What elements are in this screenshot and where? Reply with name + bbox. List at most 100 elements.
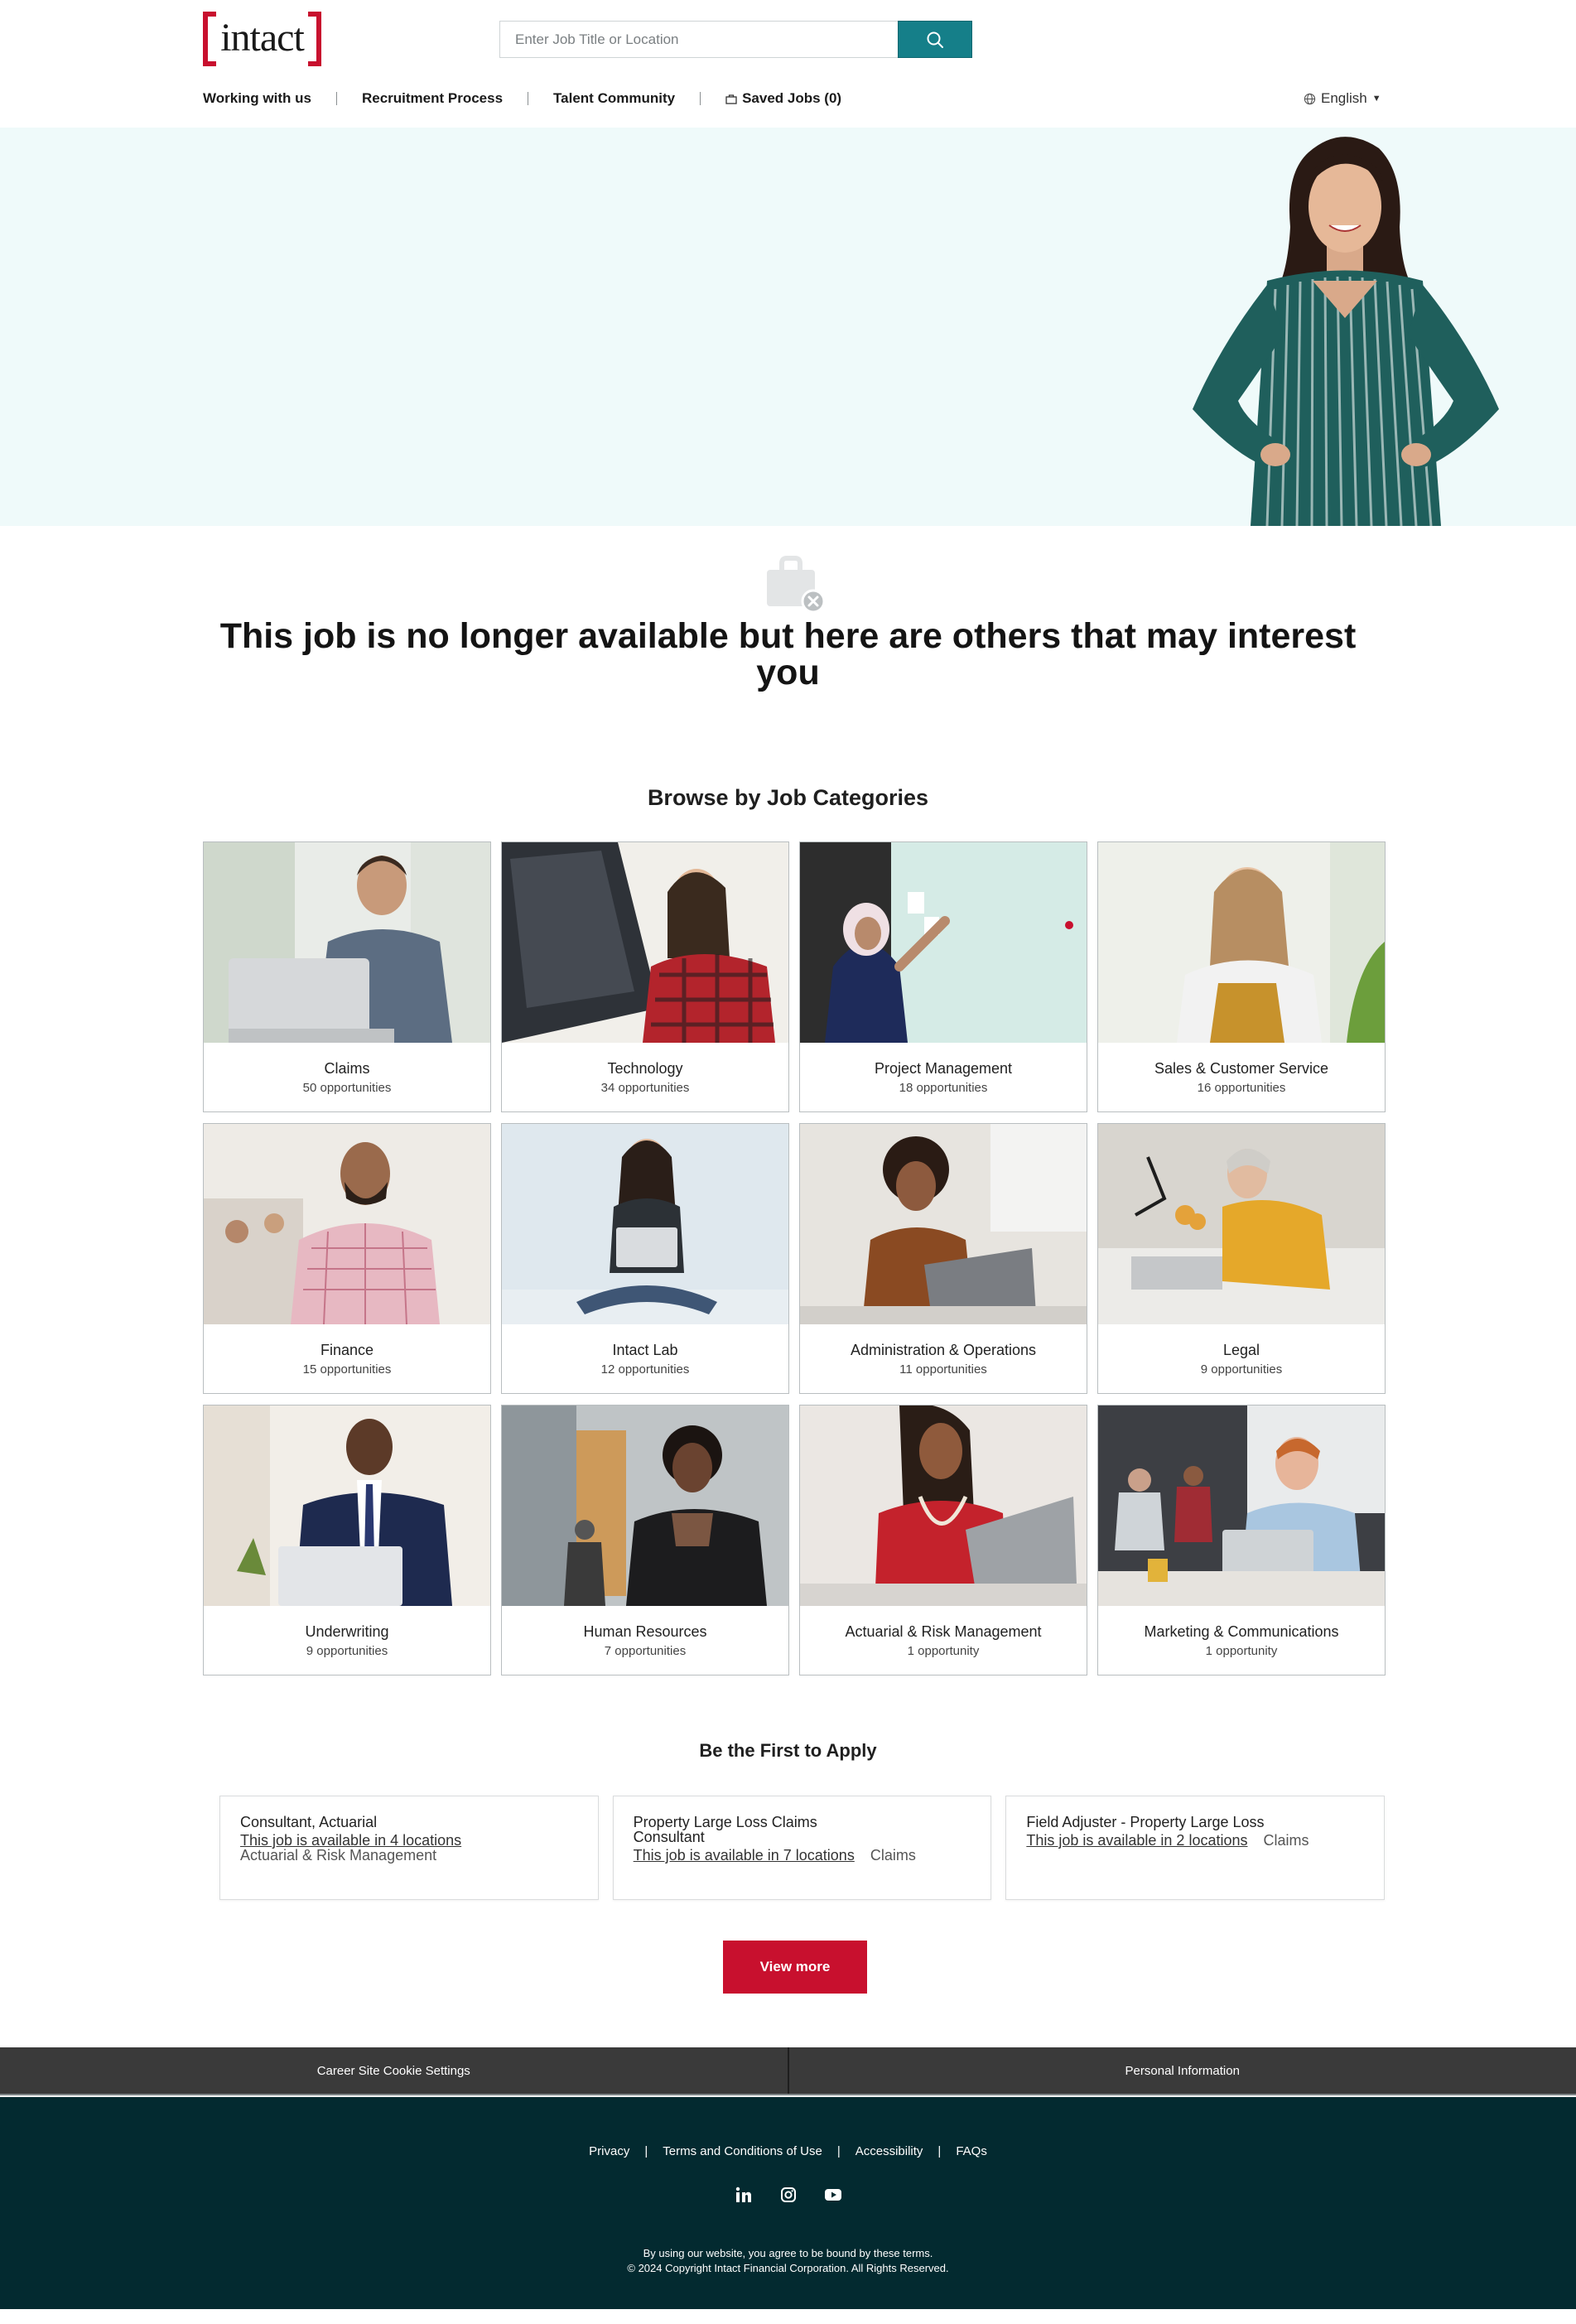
category-count: 1 opportunity: [907, 1643, 980, 1658]
job-card: Property Large Loss Claims Consultant Th…: [612, 1796, 992, 1900]
category-count: 50 opportunities: [302, 1080, 392, 1095]
category-card-actuarial-risk-management[interactable]: Actuarial & Risk Management 1 opportunit…: [799, 1405, 1087, 1675]
cookie-settings-button[interactable]: Career Site Cookie Settings: [0, 2047, 788, 2094]
search-button[interactable]: [898, 21, 972, 58]
job-title[interactable]: Field Adjuster - Property Large Loss: [1026, 1815, 1364, 1830]
job-meta: This job is available in 4 locations: [240, 1833, 578, 1848]
category-image: [204, 1405, 490, 1606]
site-header: intact Working with us Recruitment Proce…: [0, 0, 1576, 128]
job-category: Claims: [870, 1847, 916, 1864]
footer-link-faqs[interactable]: FAQs: [956, 2144, 987, 2158]
category-image: [204, 1124, 490, 1324]
language-label: English: [1321, 90, 1367, 106]
category-name: Legal: [1222, 1341, 1260, 1358]
job-unavailable-icon: [764, 555, 827, 615]
job-locations-link[interactable]: This job is available in 4 locations: [240, 1832, 461, 1849]
instagram-icon[interactable]: [778, 2185, 798, 2205]
linkedin-icon[interactable]: [734, 2185, 754, 2205]
category-count: 9 opportunities: [1200, 1362, 1283, 1377]
category-label: Human Resources 7 opportunities: [502, 1606, 788, 1675]
nav-saved-jobs[interactable]: Saved Jobs (0): [725, 90, 841, 107]
category-name: Finance: [320, 1341, 374, 1358]
youtube-icon[interactable]: [823, 2185, 843, 2205]
category-label: Legal 9 opportunities: [1098, 1324, 1385, 1393]
jobs-heading: Be the First to Apply: [699, 1740, 877, 1761]
category-count: 1 opportunity: [1205, 1643, 1278, 1658]
caret-down-icon: ▼: [1371, 94, 1381, 104]
category-label: Marketing & Communications 1 opportunity: [1098, 1606, 1385, 1675]
job-category: Claims: [1263, 1832, 1309, 1849]
social-links: [0, 2185, 1576, 2205]
site-footer: Privacy | Terms and Conditions of Use | …: [0, 2097, 1576, 2309]
job-title[interactable]: Property Large Loss Claims Consultant: [634, 1815, 841, 1844]
category-count: 12 opportunities: [600, 1362, 690, 1377]
nav-working-with-us[interactable]: Working with us: [203, 90, 311, 107]
terms-line: By using our website, you agree to be bo…: [643, 2247, 933, 2259]
category-name: Human Resources: [583, 1622, 707, 1640]
category-image: [1098, 842, 1385, 1043]
category-label: Project Management 18 opportunities: [800, 1043, 1087, 1111]
nav-divider: [335, 92, 337, 105]
category-card-project-management[interactable]: Project Management 18 opportunities: [799, 841, 1087, 1112]
category-name: Underwriting: [305, 1622, 389, 1640]
job-list: Consultant, Actuarial This job is availa…: [219, 1796, 1386, 1900]
category-name: Technology: [607, 1059, 683, 1077]
nav-recruitment-process[interactable]: Recruitment Process: [362, 90, 503, 107]
view-more-button[interactable]: View more: [723, 1941, 867, 1994]
nav-talent-community[interactable]: Talent Community: [553, 90, 675, 107]
bag-icon: [725, 94, 737, 104]
intact-logo[interactable]: intact: [203, 12, 321, 66]
category-count: 7 opportunities: [604, 1643, 687, 1658]
category-card-intact-lab[interactable]: Intact Lab 12 opportunities: [501, 1123, 789, 1394]
category-count: 11 opportunities: [899, 1362, 987, 1377]
category-count: 15 opportunities: [302, 1362, 392, 1377]
category-card-claims[interactable]: Claims 50 opportunities: [203, 841, 491, 1112]
category-card-technology[interactable]: Technology 34 opportunities: [501, 841, 789, 1112]
nav-divider: [700, 92, 701, 105]
footer-divider: |: [836, 2144, 841, 2158]
job-search: [499, 21, 972, 58]
category-card-legal[interactable]: Legal 9 opportunities: [1097, 1123, 1386, 1394]
category-card-administration-operations[interactable]: Administration & Operations 11 opportuni…: [799, 1123, 1087, 1394]
job-locations-link[interactable]: This job is available in 2 locations: [1026, 1832, 1247, 1849]
category-name: Intact Lab: [612, 1341, 678, 1358]
copyright: © 2024 Copyright Intact Financial Corpor…: [627, 2262, 949, 2274]
category-image: [1098, 1405, 1385, 1606]
category-card-finance[interactable]: Finance 15 opportunities: [203, 1123, 491, 1394]
hero-person-image: [1193, 137, 1499, 526]
job-locations-link[interactable]: This job is available in 7 locations: [634, 1847, 855, 1864]
globe-icon: [1304, 93, 1316, 104]
category-card-sales-customer-service[interactable]: Sales & Customer Service 16 opportunitie…: [1097, 841, 1386, 1112]
category-label: Sales & Customer Service 16 opportunitie…: [1098, 1043, 1385, 1111]
job-meta: This job is available in 2 locations Cla…: [1026, 1833, 1364, 1848]
category-image: [800, 842, 1087, 1043]
category-label: Technology 34 opportunities: [502, 1043, 788, 1111]
category-name: Administration & Operations: [850, 1341, 1037, 1358]
category-name: Marketing & Communications: [1144, 1622, 1339, 1640]
category-name: Claims: [324, 1059, 370, 1077]
category-name: Actuarial & Risk Management: [845, 1622, 1042, 1640]
cookie-bar: Career Site Cookie Settings Personal Inf…: [0, 2047, 1576, 2095]
category-name: Project Management: [874, 1059, 1013, 1077]
personal-information-button[interactable]: Personal Information: [787, 2047, 1576, 2094]
logo-bracket-right: [308, 12, 321, 66]
footer-link-privacy[interactable]: Privacy: [589, 2144, 629, 2158]
footer-link-accessibility[interactable]: Accessibility: [855, 2144, 923, 2158]
legal-text: By using our website, you agree to be bo…: [0, 2246, 1576, 2276]
footer-link-terms[interactable]: Terms and Conditions of Use: [663, 2144, 822, 2158]
job-title[interactable]: Consultant, Actuarial: [240, 1815, 578, 1830]
category-card-underwriting[interactable]: Underwriting 9 opportunities: [203, 1405, 491, 1675]
category-card-human-resources[interactable]: Human Resources 7 opportunities: [501, 1405, 789, 1675]
logo-text: intact: [220, 16, 305, 60]
category-image: [502, 1124, 788, 1324]
footer-links: Privacy | Terms and Conditions of Use | …: [0, 2144, 1576, 2158]
footer-divider: |: [937, 2144, 942, 2158]
job-meta: This job is available in 7 locations Cla…: [634, 1848, 971, 1863]
category-count: 9 opportunities: [306, 1643, 388, 1658]
category-card-marketing-communications[interactable]: Marketing & Communications 1 opportunity: [1097, 1405, 1386, 1675]
page-title: This job is no longer available but here…: [219, 616, 1357, 692]
search-input[interactable]: [499, 21, 898, 58]
category-image: [502, 1405, 788, 1606]
language-selector[interactable]: English ▼: [1304, 88, 1381, 109]
search-icon: [927, 31, 943, 48]
